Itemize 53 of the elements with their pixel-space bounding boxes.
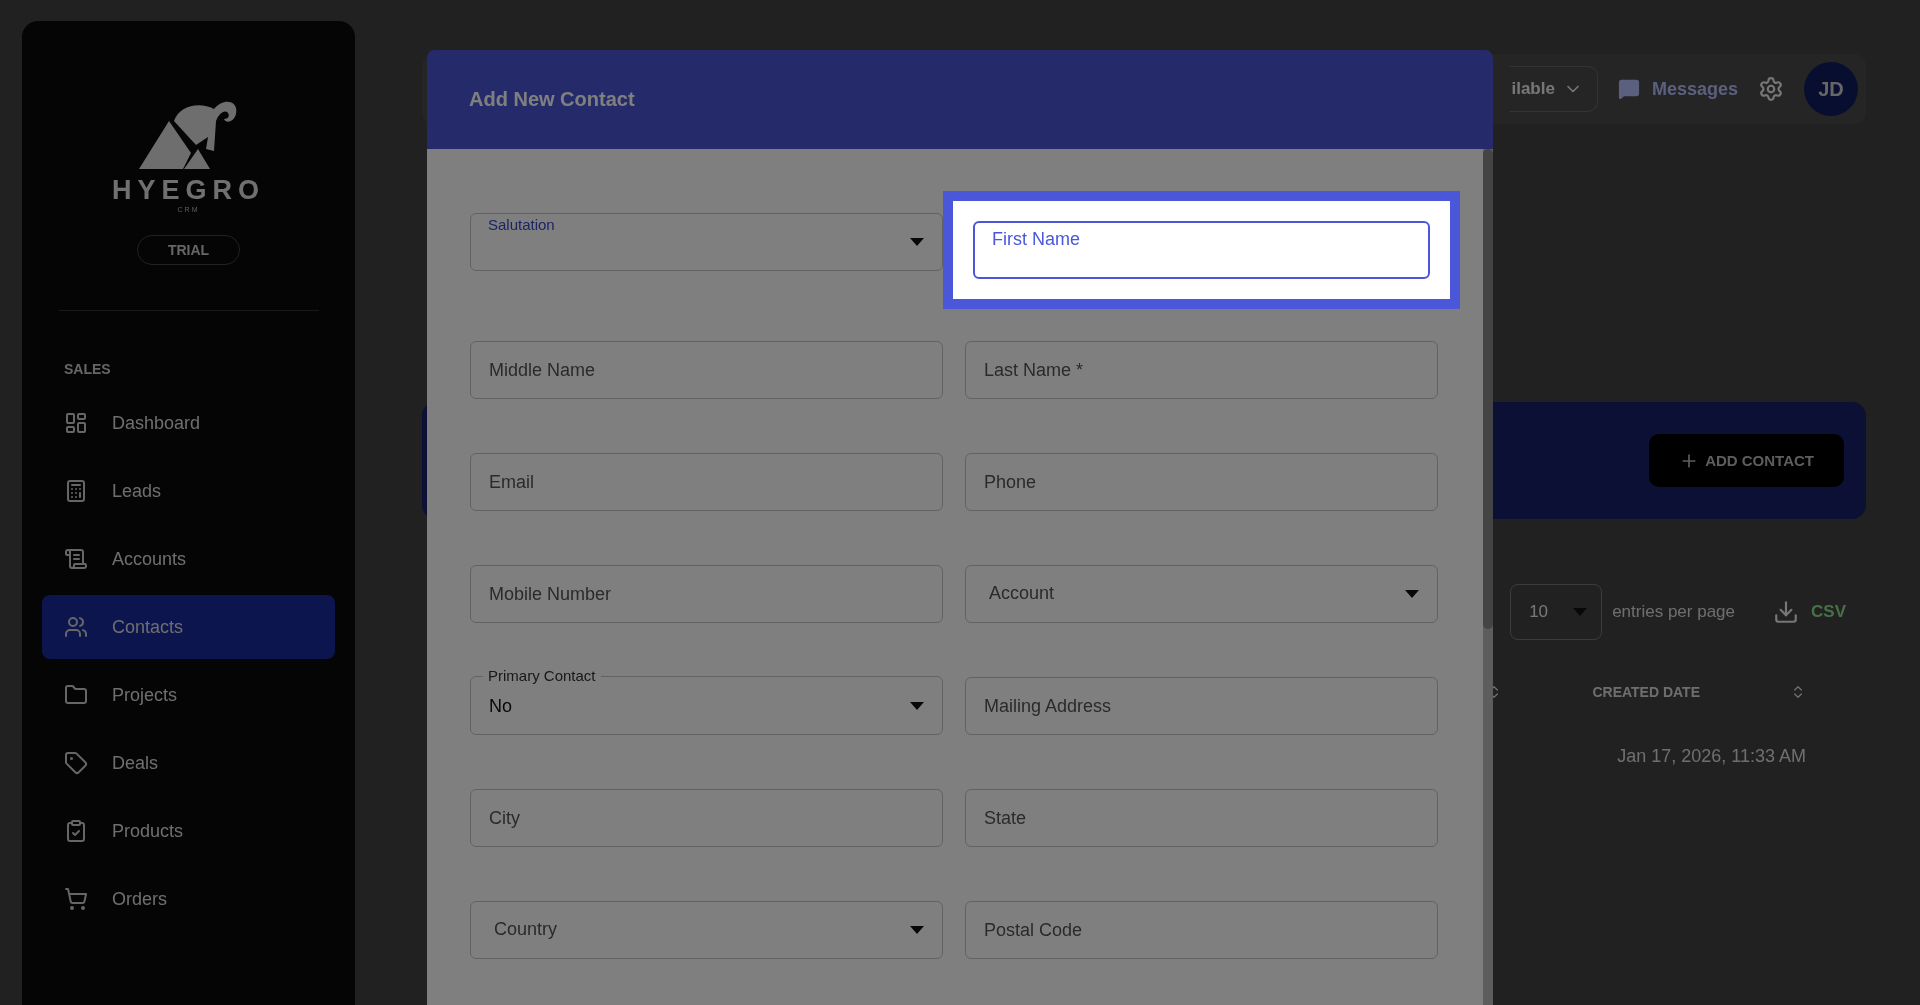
section-heading: SALES — [64, 361, 111, 377]
people-icon — [64, 615, 88, 639]
text-field[interactable]: First Name — [973, 221, 1430, 279]
tag-icon — [64, 751, 88, 775]
csv-export-button[interactable]: CSV — [1773, 599, 1846, 625]
text-field[interactable]: Middle Name — [470, 341, 943, 399]
nav-item[interactable]: Leads — [42, 459, 335, 523]
user-avatar[interactable]: JD — [1804, 62, 1858, 116]
scrollbar-thumb[interactable] — [1483, 149, 1493, 629]
dashboard-icon — [64, 411, 88, 435]
modal-title: Add New Contact — [469, 88, 635, 111]
messages-link[interactable]: Messages — [1617, 78, 1738, 100]
column-header: CREATED DATE — [1592, 684, 1700, 700]
settings-icon[interactable] — [1758, 76, 1784, 102]
caret-icon — [1573, 608, 1588, 616]
receipt-icon — [64, 547, 88, 571]
nav-item[interactable]: Accounts — [42, 527, 335, 591]
caret-icon — [910, 926, 924, 934]
nav-item[interactable]: Contacts — [42, 595, 335, 659]
folder-icon — [64, 683, 88, 707]
add-contact-button[interactable]: ADD CONTACT — [1649, 434, 1844, 487]
logo-text: HYEGRO — [112, 175, 265, 206]
status-select[interactable]: ilable — [1509, 66, 1598, 112]
text-field[interactable]: Phone — [965, 453, 1438, 511]
clipboard-check-icon — [64, 819, 88, 843]
chat-icon — [1617, 78, 1640, 100]
nav-item[interactable]: Orders — [42, 867, 335, 931]
text-field[interactable]: Postal Code — [965, 901, 1438, 959]
select-field[interactable]: Salutation — [470, 213, 943, 271]
nav-item[interactable]: Dashboard — [42, 391, 335, 455]
page-size-label: entries per page — [1612, 602, 1736, 622]
cart-icon — [64, 887, 88, 911]
nav-item[interactable]: Products — [42, 799, 335, 863]
caret-icon — [910, 702, 924, 711]
nav-item[interactable]: Projects — [42, 663, 335, 727]
field-label: Primary Contact — [487, 668, 597, 685]
nav-item[interactable]: Deals — [42, 731, 335, 795]
select-field[interactable]: Country — [470, 901, 943, 959]
text-field[interactable]: Mobile Number — [470, 565, 943, 623]
table-cell: Jan 17, 2026, 11:33 AM — [1617, 746, 1806, 767]
text-field[interactable]: Mailing Address — [965, 677, 1438, 735]
text-field[interactable]: Last Name * — [965, 341, 1438, 399]
select-value: No — [489, 695, 513, 717]
download-icon — [1773, 599, 1800, 625]
select-field[interactable]: Primary Contact No — [470, 668, 943, 735]
caret-icon — [1405, 590, 1419, 598]
text-field[interactable]: State — [965, 789, 1438, 847]
select-field[interactable]: Account — [965, 565, 1438, 623]
calculator-icon — [64, 479, 88, 503]
text-field[interactable]: City — [470, 789, 943, 847]
page-size-select[interactable]: 10 — [1510, 584, 1603, 640]
caret-icon — [910, 238, 924, 246]
text-field[interactable]: Email — [470, 453, 943, 511]
